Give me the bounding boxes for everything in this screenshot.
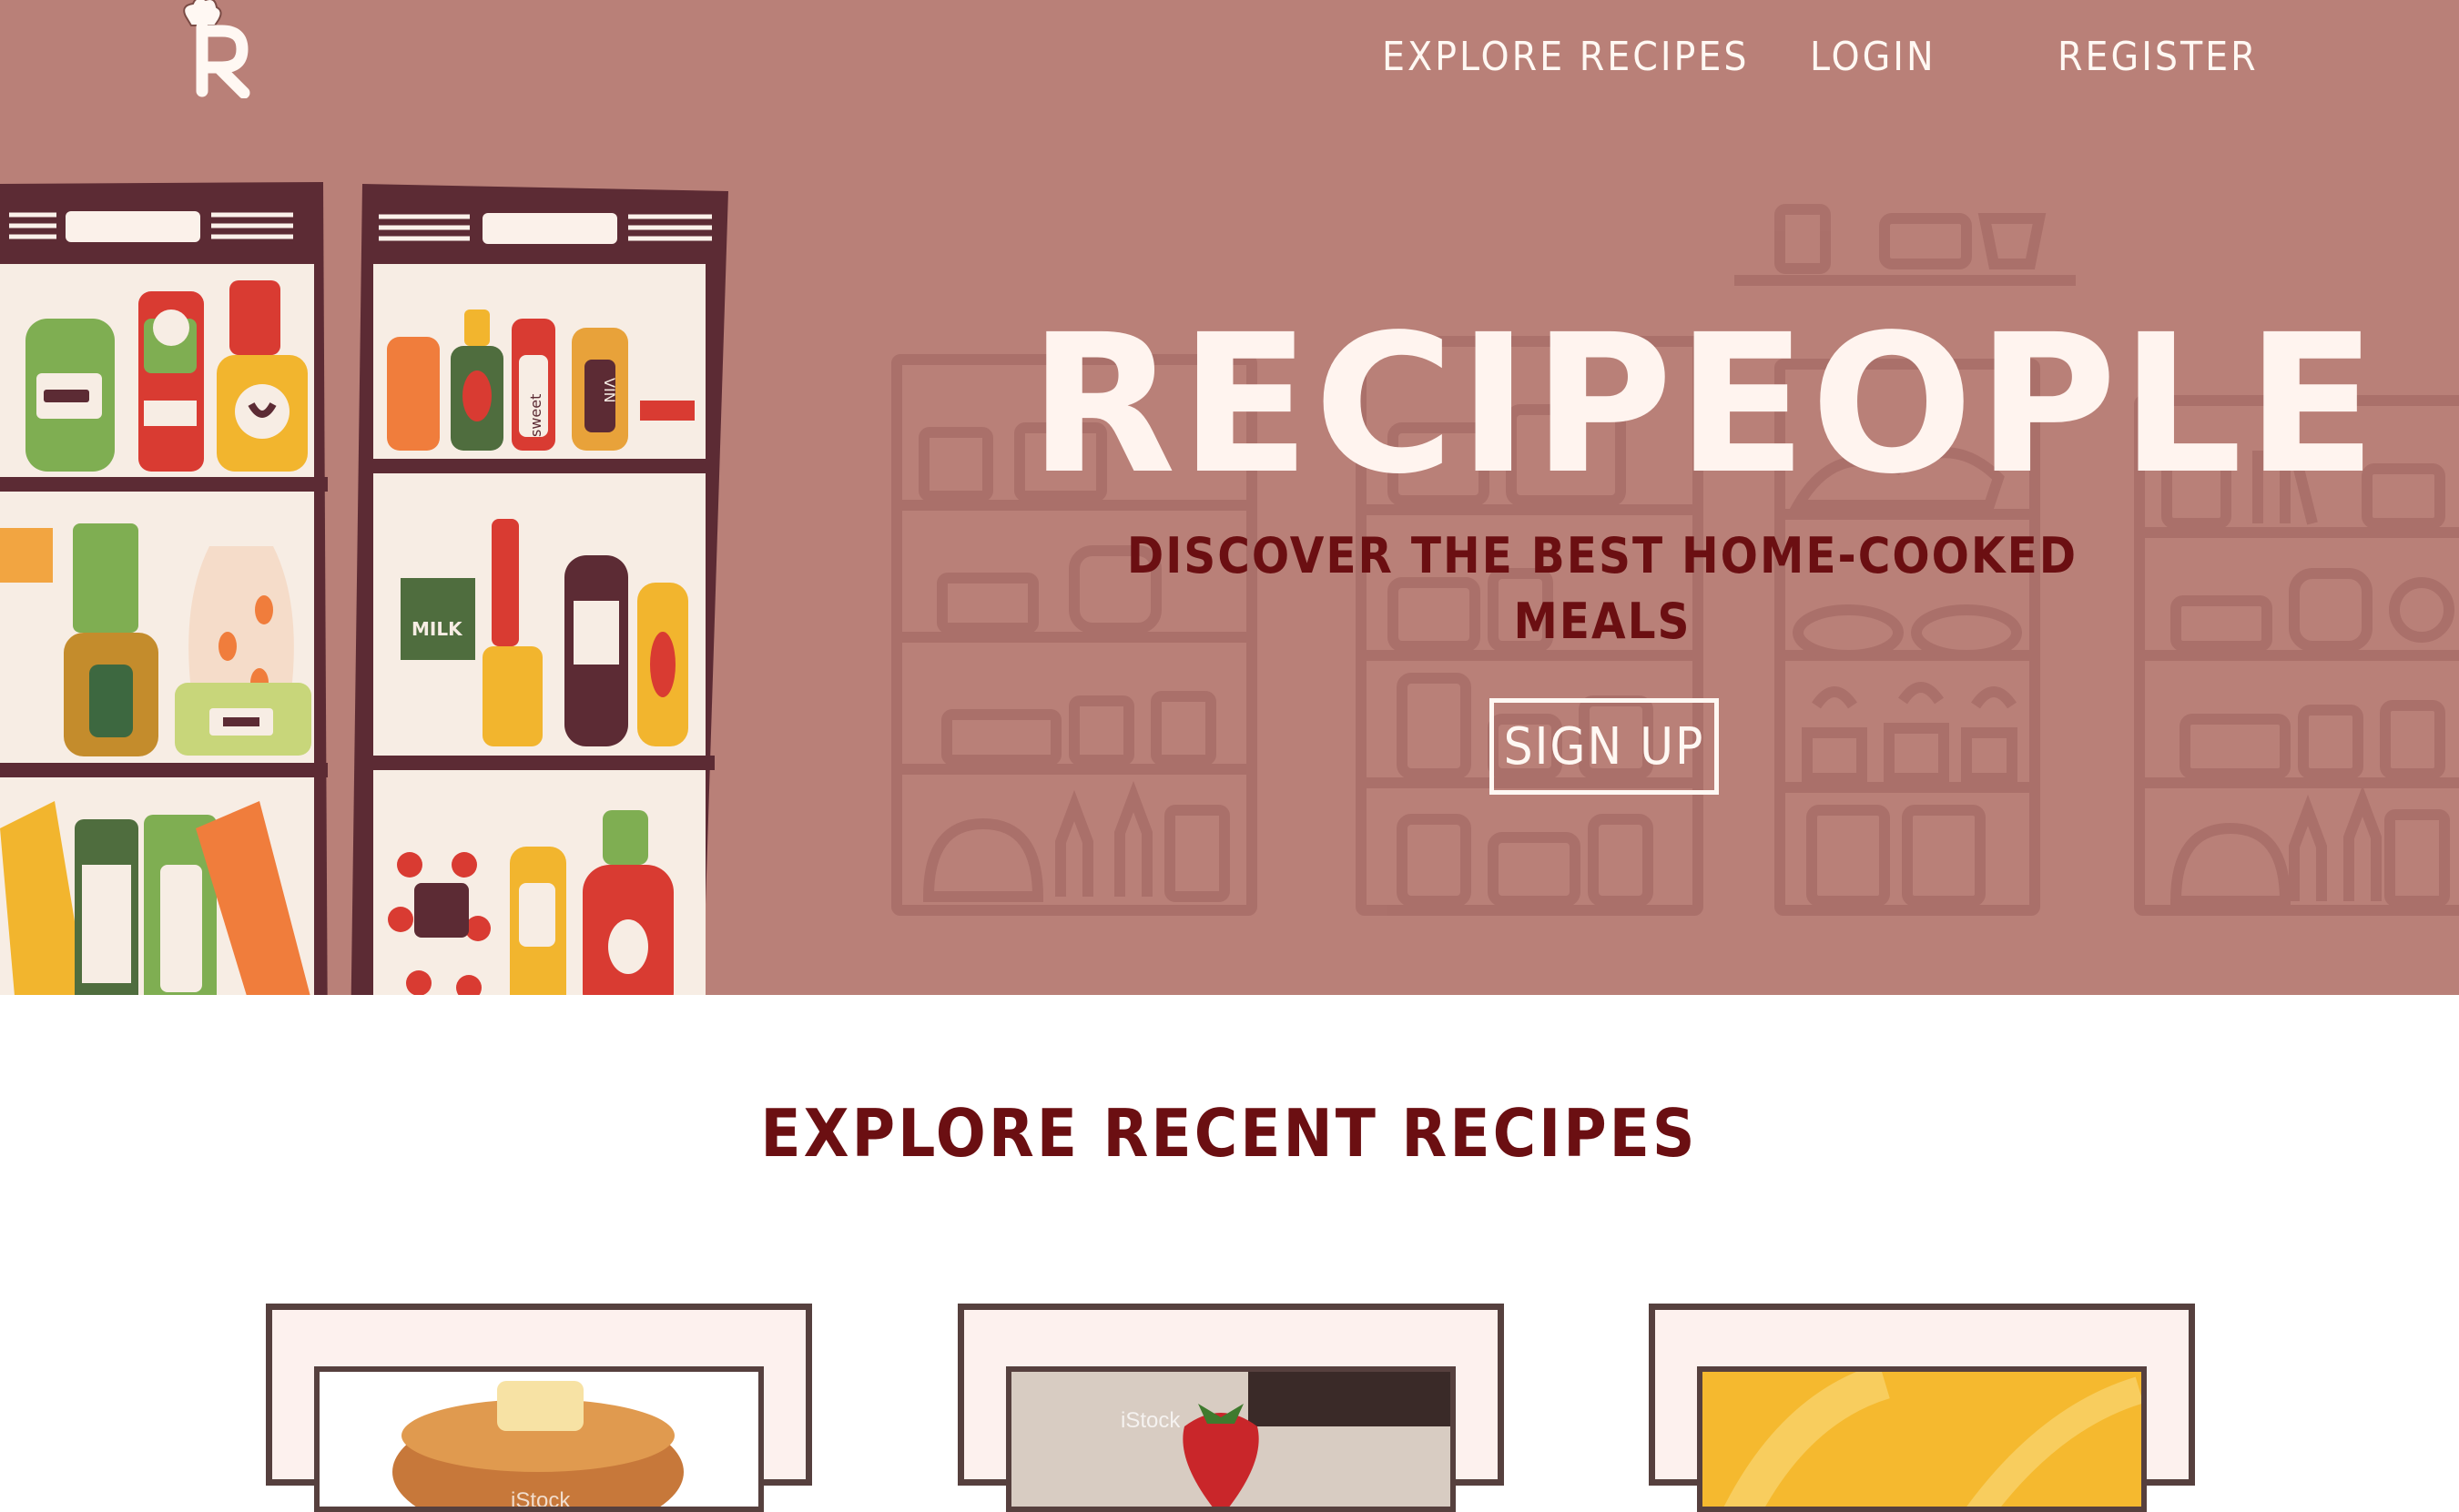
top-navigation: EXPLORE RECIPES LOGIN REGISTER [0,31,2459,84]
hero-section: EXPLORE RECIPES LOGIN REGISTER MILK swee… [0,0,2459,995]
recipe-card[interactable]: iStock [958,1304,1504,1512]
recent-recipes-heading: EXPLORE RECENT RECIPES [760,1095,1698,1172]
sign-up-button[interactable]: SIGN UP [1489,698,1719,795]
nav-login-link[interactable]: LOGIN [1810,31,1936,84]
milk-label: MILK [412,618,463,640]
nav-register-link[interactable]: REGISTER [2058,31,2259,84]
recipe-image-pancakes: iStock [314,1366,764,1512]
nav-explore-recipes-link[interactable]: EXPLORE RECIPES [1382,31,1750,84]
hero-subtitle: DISCOVER THE BEST HOME-COOKED MEALS [1126,527,2078,650]
vin-label: VIN [601,378,618,403]
recipe-image-strawberry: iStock [1006,1366,1456,1512]
recipe-card[interactable] [1649,1304,2195,1512]
recipe-card[interactable]: iStock [266,1304,812,1512]
image-watermark: iStock [1121,1408,1181,1433]
hero-title: RECIPEOPLE [1029,293,2381,516]
image-watermark: iStock [511,1488,571,1512]
recipe-image-yellow-dish [1697,1366,2147,1512]
sweet-label: sweet [527,394,544,437]
pantry-shelves-illustration: MILK sweet VIN [0,182,728,995]
